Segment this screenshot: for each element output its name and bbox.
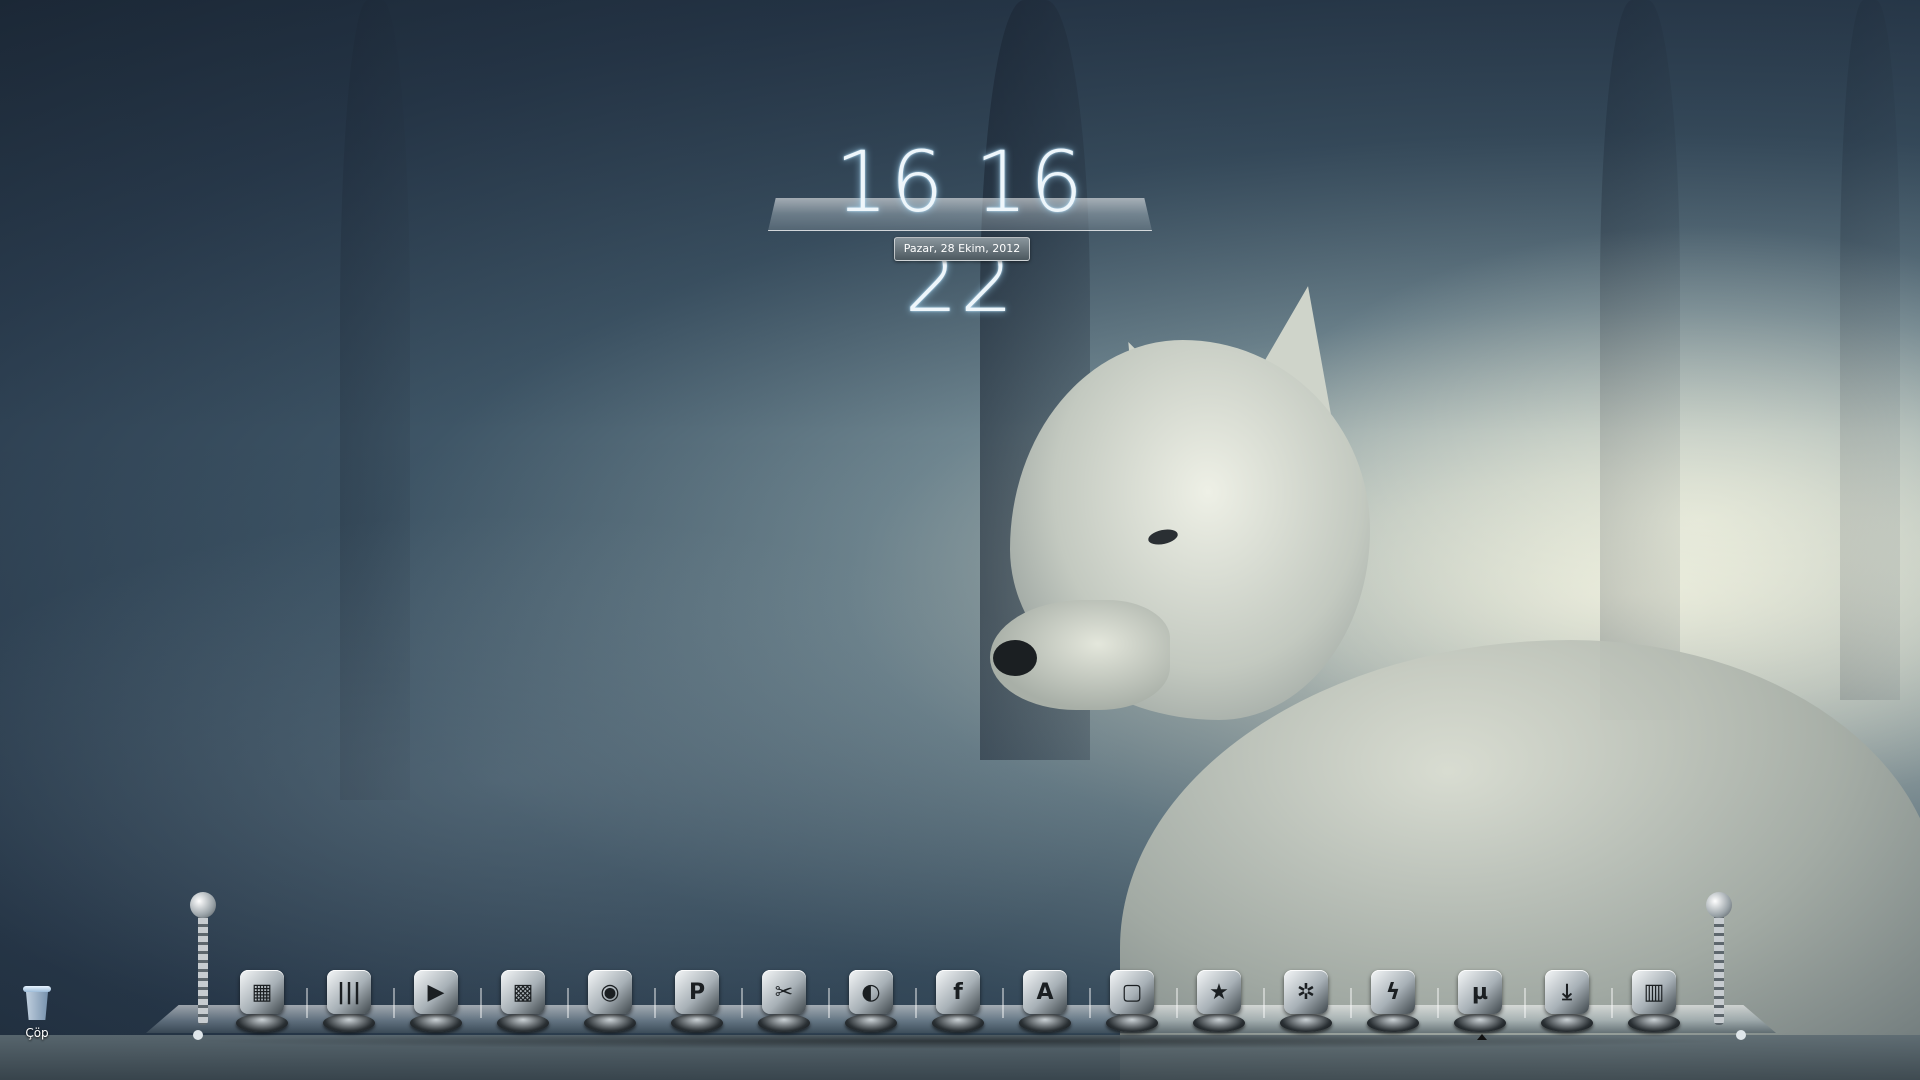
dock-item-base xyxy=(1541,1014,1593,1032)
dock-item-base xyxy=(932,1014,984,1032)
powerpoint-icon: P xyxy=(675,970,719,1014)
photo-viewer-icon: ▦ xyxy=(240,970,284,1014)
dock-item-base xyxy=(671,1014,723,1032)
dock-item-base xyxy=(497,1014,549,1032)
dock-separator xyxy=(741,988,743,1018)
dock-separator xyxy=(1002,988,1004,1018)
dock-item-download-manager[interactable]: ⤓ xyxy=(1537,970,1597,1034)
dock-item-facebook[interactable]: f xyxy=(928,970,988,1034)
dock-item-base xyxy=(1367,1014,1419,1032)
dock-item-trash-can[interactable]: ▥ xyxy=(1624,970,1684,1034)
shelf-foot-left xyxy=(193,1030,203,1040)
dock-separator xyxy=(393,988,395,1018)
dock-item-base xyxy=(236,1014,288,1032)
facebook-icon: f xyxy=(936,970,980,1014)
shelf-foot-right xyxy=(1736,1030,1746,1040)
dock-item-base xyxy=(584,1014,636,1032)
dock-item-base xyxy=(1628,1014,1680,1032)
clock-date: Pazar, 28 Ekim, 2012 xyxy=(894,237,1030,261)
chain-right xyxy=(1714,900,1724,1025)
dock-item-powerpoint[interactable]: P xyxy=(667,970,727,1034)
dock-item-base xyxy=(1280,1014,1332,1032)
dock-item-speakers[interactable]: ◉ xyxy=(580,970,640,1034)
dock-item-base xyxy=(1019,1014,1071,1032)
dock-separator xyxy=(1263,988,1265,1018)
dock-item-winamp-bolt[interactable]: ϟ xyxy=(1363,970,1423,1034)
dock-item-browser-globe[interactable]: ◐ xyxy=(841,970,901,1034)
dock-item-shopping-bag[interactable]: ▢ xyxy=(1102,970,1162,1034)
adobe-reader-icon: A xyxy=(1023,970,1067,1014)
utorrent-icon: µ xyxy=(1458,970,1502,1014)
dock-item-base xyxy=(758,1014,810,1032)
dock-separator xyxy=(1611,988,1613,1018)
dock-item-adobe-reader[interactable]: A xyxy=(1015,970,1075,1034)
recycle-bin-icon xyxy=(23,986,51,1020)
dock-separator xyxy=(567,988,569,1018)
dock-separator xyxy=(306,988,308,1018)
dock-item-base xyxy=(410,1014,462,1032)
dock-separator xyxy=(1437,988,1439,1018)
dock-item-settings-gears[interactable]: ✲ xyxy=(1276,970,1336,1034)
download-manager-icon: ⤓ xyxy=(1545,970,1589,1014)
dock-item-base xyxy=(323,1014,375,1032)
dock-separator xyxy=(1524,988,1526,1018)
chain-left xyxy=(198,900,208,1025)
clock-time: 16 16 22 xyxy=(834,133,1086,331)
dock-separator xyxy=(480,988,482,1018)
dock-item-utorrent[interactable]: µ xyxy=(1450,970,1510,1040)
running-indicator xyxy=(1477,1034,1487,1040)
dock-separator xyxy=(915,988,917,1018)
dock-shadow xyxy=(186,1033,1736,1049)
dock-separator xyxy=(654,988,656,1018)
photo-editor-icon: ▩ xyxy=(501,970,545,1014)
dock-item-photo-editor[interactable]: ▩ xyxy=(493,970,553,1034)
speakers-icon: ◉ xyxy=(588,970,632,1014)
trash-can-icon: ▥ xyxy=(1632,970,1676,1014)
tools-wrench-icon: ✂ xyxy=(762,970,806,1014)
dock-item-media-player[interactable]: ▶ xyxy=(406,970,466,1034)
chain-knob-right xyxy=(1706,892,1732,918)
dock-item-photo-viewer[interactable]: ▦ xyxy=(232,970,292,1034)
dock-item-tools-wrench[interactable]: ✂ xyxy=(754,970,814,1034)
library-books-icon: ||| xyxy=(327,970,371,1014)
dock-separator xyxy=(1089,988,1091,1018)
dock-item-base xyxy=(1454,1014,1506,1032)
settings-gears-icon: ✲ xyxy=(1284,970,1328,1014)
dock-separator xyxy=(1176,988,1178,1018)
winamp-bolt-icon: ϟ xyxy=(1371,970,1415,1014)
dock-item-base xyxy=(1193,1014,1245,1032)
favorites-star-icon: ★ xyxy=(1197,970,1241,1014)
recycle-bin-label: Çöp xyxy=(25,1026,49,1040)
dock-item-favorites-star[interactable]: ★ xyxy=(1189,970,1249,1034)
chain-knob-left xyxy=(190,892,216,918)
wolf-nose xyxy=(993,640,1037,676)
dock-item-base xyxy=(845,1014,897,1032)
clock-widget: 16 16 22 xyxy=(768,132,1152,331)
media-player-icon: ▶ xyxy=(414,970,458,1014)
dock-separator xyxy=(828,988,830,1018)
dock-separator xyxy=(1350,988,1352,1018)
dock-item-base xyxy=(1106,1014,1158,1032)
browser-globe-icon: ◐ xyxy=(849,970,893,1014)
shopping-bag-icon: ▢ xyxy=(1110,970,1154,1014)
recycle-bin[interactable]: Çöp xyxy=(14,986,60,1040)
dock: ▦ ||| ▶ ▩ ◉ P ✂ ◐ f A ▢ ★ ✲ ϟ µ ⤓ ▥ xyxy=(146,892,1776,1060)
dock-item-library-books[interactable]: ||| xyxy=(319,970,379,1034)
